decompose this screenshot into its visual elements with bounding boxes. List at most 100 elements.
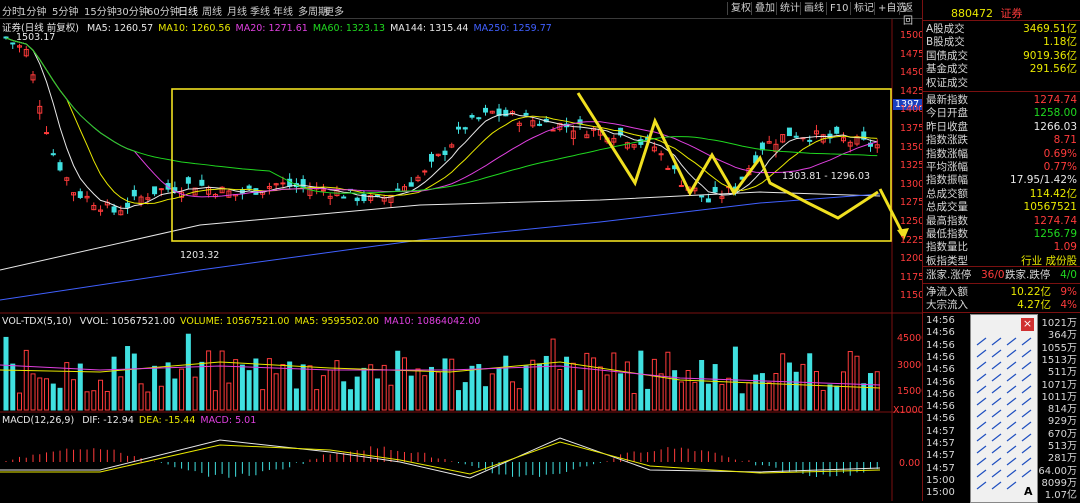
draw-tool-icon[interactable]: [976, 409, 987, 418]
tick-time-1: 14:56: [926, 327, 955, 339]
volume-bar: [847, 351, 853, 411]
index-row-6: 指数振幅 17.95/1.42%: [923, 174, 1080, 187]
draw-tool-icon[interactable]: [991, 349, 1002, 358]
candle-body: [408, 182, 414, 187]
draw-tool-icon[interactable]: [1006, 409, 1017, 418]
draw-tool-icon[interactable]: [1021, 385, 1032, 394]
draw-tool-icon[interactable]: [1006, 457, 1017, 466]
candle-body: [428, 153, 434, 162]
draw-tool-icon[interactable]: [1021, 445, 1032, 454]
volume-bar: [77, 363, 83, 411]
draw-tool-icon[interactable]: [991, 397, 1002, 406]
candle-body: [57, 162, 63, 171]
volume-bar: [678, 381, 684, 411]
draw-tool-icon[interactable]: [1021, 397, 1032, 406]
draw-tool-icon[interactable]: [976, 397, 987, 406]
draw-tool-icon[interactable]: [976, 445, 987, 454]
ma250-line: [0, 193, 881, 301]
y-tick-8: 1300: [900, 178, 925, 190]
draw-tool-icon[interactable]: [976, 421, 987, 430]
index-row-1: 今日开盘 1258.00: [923, 107, 1080, 120]
volume-bar: [732, 346, 738, 411]
volume-bar: [64, 362, 70, 411]
draw-tool-icon[interactable]: [991, 457, 1002, 466]
draw-tool-icon[interactable]: [1006, 373, 1017, 382]
draw-tool-icon[interactable]: [976, 373, 987, 382]
draw-tool-icon[interactable]: [1006, 421, 1017, 430]
draw-tool-icon[interactable]: [976, 457, 987, 466]
draw-tool-icon[interactable]: [991, 421, 1002, 430]
index-row-8: 总成交量 10567521: [923, 201, 1080, 214]
volume-bar: [813, 371, 819, 411]
toolbox-icons[interactable]: [971, 315, 1037, 502]
volume-bar: [597, 366, 603, 411]
volume-bar: [604, 374, 610, 411]
draw-tool-icon[interactable]: [1006, 469, 1017, 478]
draw-tool-icon[interactable]: [1006, 397, 1017, 406]
draw-tool-icon[interactable]: [1006, 445, 1017, 454]
draw-tool-icon[interactable]: [1006, 433, 1017, 442]
candle-body: [469, 115, 475, 118]
tick-time-2: 14:56: [926, 339, 955, 351]
draw-tool-icon[interactable]: [1006, 349, 1017, 358]
draw-tool-icon[interactable]: [1021, 349, 1032, 358]
draw-tool-icon[interactable]: [1021, 457, 1032, 466]
volume-bar: [408, 375, 414, 411]
draw-tool-icon[interactable]: [976, 385, 987, 394]
draw-tool-icon[interactable]: [1021, 361, 1032, 370]
draw-tool-icon[interactable]: [976, 481, 987, 490]
volume-bar: [354, 376, 360, 411]
draw-tool-icon[interactable]: [976, 349, 987, 358]
draw-tool-icon[interactable]: [991, 481, 1002, 490]
vol-legend-item-3: MA10: 10864042.00: [383, 316, 481, 327]
draw-tool-icon[interactable]: [1021, 373, 1032, 382]
updown-row: 涨家.涨停 36/0 跌家.跌停 4/0: [923, 269, 1080, 282]
draw-tool-icon[interactable]: [1006, 361, 1017, 370]
up-count-label: 涨家.涨停: [926, 269, 972, 281]
volume-bar: [584, 352, 590, 411]
volume-bar: [401, 357, 407, 411]
index-row-value: 1258.00: [1033, 107, 1077, 120]
draw-tool-icon[interactable]: [1006, 481, 1017, 490]
volume-legend: VOL-TDX(5,10) VVOL: 10567521.00 VOLUME: 1…: [2, 316, 480, 327]
volume-bar: [71, 379, 77, 411]
flow-label: 大宗流入: [926, 299, 968, 311]
summary-row-2: 国债成交 9019.36亿: [923, 50, 1080, 63]
draw-tool-icon[interactable]: [991, 385, 1002, 394]
draw-tool-icon[interactable]: [976, 469, 987, 478]
draw-tool-icon[interactable]: [991, 373, 1002, 382]
quote-header: 880472 证券: [951, 5, 1023, 21]
draw-tool-icon[interactable]: [1006, 385, 1017, 394]
volume-bar: [874, 371, 880, 411]
tick-time-6: 14:56: [926, 388, 955, 400]
draw-tool-icon[interactable]: [991, 433, 1002, 442]
draw-tool-icon[interactable]: [976, 361, 987, 370]
draw-tool-icon[interactable]: [976, 433, 987, 442]
y-tick-14: 1150: [900, 290, 925, 302]
draw-tool-icon[interactable]: [991, 337, 1002, 346]
draw-tool-icon[interactable]: [1021, 337, 1032, 346]
draw-tool-icon[interactable]: [991, 469, 1002, 478]
draw-tool-icon[interactable]: [991, 409, 1002, 418]
index-row-label: 指数涨幅: [926, 147, 968, 160]
draw-tool-icon[interactable]: [1021, 409, 1032, 418]
tick-volume-14: 1.07亿: [1044, 490, 1077, 502]
index-row-value: 10567521: [1023, 201, 1077, 214]
draw-tool-icon[interactable]: [991, 361, 1002, 370]
volume-bar: [867, 373, 873, 411]
draw-tool-icon[interactable]: [991, 445, 1002, 454]
ma-legend-item-5: MA250: 1259.77: [473, 23, 552, 34]
index-row-4: 指数涨幅 0.69%: [923, 148, 1080, 161]
volume-title: VOL-TDX(5,10): [2, 316, 72, 327]
draw-tool-icon[interactable]: [1006, 337, 1017, 346]
draw-tool-icon[interactable]: [1021, 469, 1032, 478]
volume-bar: [692, 381, 698, 411]
draw-tool-icon[interactable]: [1021, 421, 1032, 430]
draw-tool-icon[interactable]: [1021, 433, 1032, 442]
text-tool-icon[interactable]: A: [1024, 485, 1033, 498]
draw-tool-icon[interactable]: [976, 337, 987, 346]
volume-bar: [591, 357, 597, 411]
volume-bar: [293, 388, 299, 411]
draw-toolbox[interactable]: × A: [970, 314, 1038, 503]
summary-row-value: 9019.36亿: [1023, 49, 1077, 62]
